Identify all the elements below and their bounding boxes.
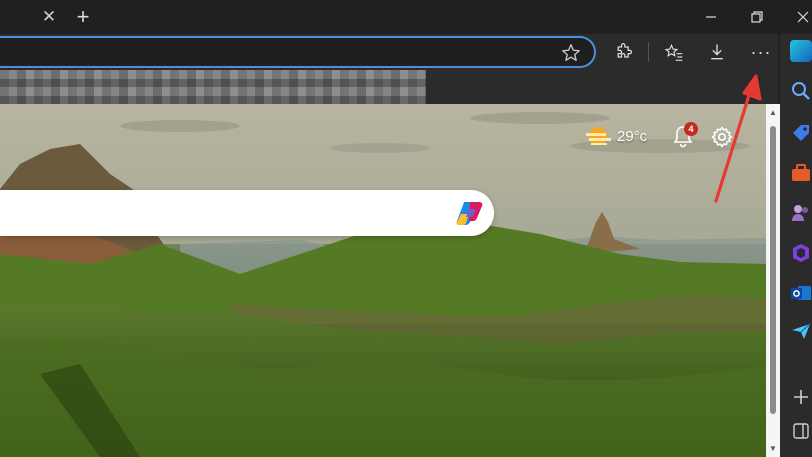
star-icon[interactable] <box>560 42 582 64</box>
close-icon <box>797 11 809 23</box>
outlook-icon[interactable] <box>790 282 812 304</box>
web-search-box[interactable] <box>0 190 494 236</box>
blurred-favorites <box>0 70 426 104</box>
gear-icon[interactable] <box>710 125 734 149</box>
notification-badge: 4 <box>684 122 698 136</box>
tag-icon[interactable] <box>790 122 812 144</box>
address-bar[interactable] <box>0 36 596 68</box>
tab-close-button[interactable]: ✕ <box>36 5 62 29</box>
download-icon <box>711 44 723 60</box>
weather-temperature[interactable]: 29°c <box>617 128 647 145</box>
more-menu-button[interactable]: ··· <box>748 40 774 64</box>
landscape-image <box>0 104 766 457</box>
restore-icon <box>751 11 763 23</box>
send-icon[interactable] <box>790 320 812 342</box>
scroll-down-arrow-icon[interactable]: ▼ <box>768 444 778 454</box>
toolbox-icon[interactable] <box>790 162 812 184</box>
sidebar-settings-icon[interactable] <box>790 420 812 450</box>
copilot-icon[interactable] <box>456 200 484 226</box>
copilot-sidebar-icon[interactable] <box>790 40 812 62</box>
toolbar-divider <box>648 42 649 62</box>
favorites-list-icon <box>664 43 683 61</box>
favorites-button[interactable] <box>661 40 687 64</box>
new-tab-background <box>0 104 766 457</box>
minimize-button[interactable] <box>696 5 726 29</box>
people-icon[interactable] <box>790 202 812 224</box>
extensions-button[interactable] <box>611 40 637 64</box>
office-icon[interactable] <box>790 242 812 264</box>
scrollbar-thumb[interactable] <box>770 126 776 414</box>
scroll-up-arrow-icon[interactable]: ▲ <box>768 108 778 118</box>
search-icon[interactable] <box>790 80 812 102</box>
puzzle-icon <box>617 43 633 58</box>
restore-button[interactable] <box>742 5 772 29</box>
minimize-icon <box>706 16 716 18</box>
close-window-button[interactable] <box>788 5 812 29</box>
add-icon[interactable] <box>790 386 812 408</box>
downloads-button[interactable] <box>704 40 730 64</box>
title-bar <box>0 0 812 34</box>
new-tab-button[interactable]: + <box>70 4 96 29</box>
weather-sunny-icon[interactable] <box>586 124 612 148</box>
